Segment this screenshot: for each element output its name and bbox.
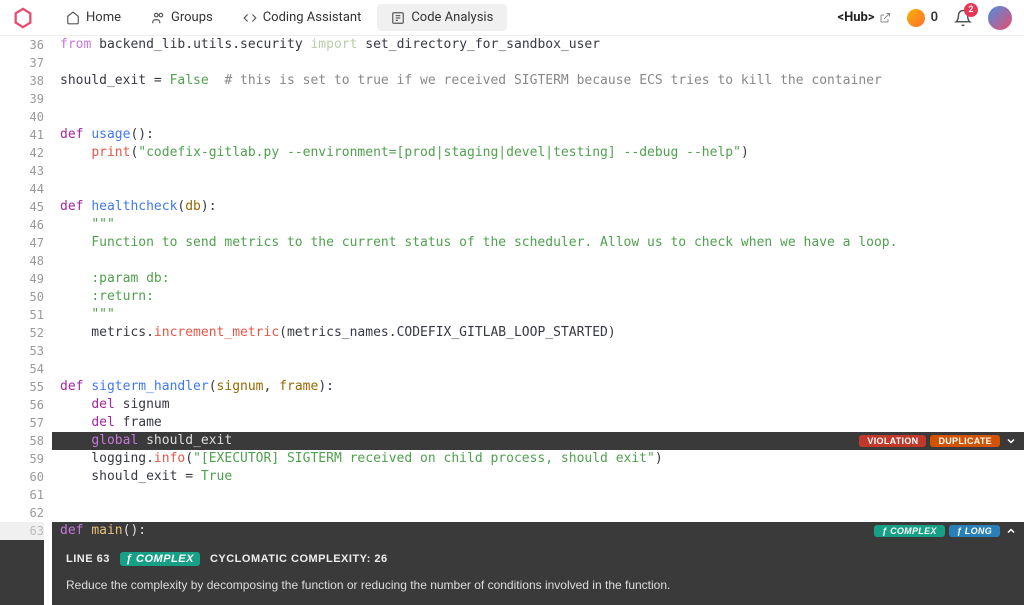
code-line[interactable]	[52, 162, 1024, 180]
nav-items: HomeGroupsCoding AssistantCode Analysis	[52, 4, 507, 31]
line-badges: VIOLATION DUPLICATE	[859, 432, 1018, 450]
line-number[interactable]: 59	[0, 450, 44, 468]
code-line[interactable]: should_exit = True	[52, 468, 1024, 486]
points-counter[interactable]: 0	[907, 9, 938, 27]
function-analysis-panel: def main():ƒ COMPLEXƒ LONGLINE 63ƒ COMPL…	[52, 522, 1024, 605]
code-line[interactable]: del signum	[52, 396, 1024, 414]
nav-item-home[interactable]: Home	[52, 4, 135, 31]
code-icon	[243, 11, 257, 25]
code-line[interactable]: def sigterm_handler(signum, frame):	[52, 378, 1024, 396]
line-number[interactable]: 37	[0, 54, 44, 72]
code-line[interactable]: def healthcheck(db):	[52, 198, 1024, 216]
topbar-right: <Hub> 0 2	[837, 6, 1012, 30]
logo-icon[interactable]	[12, 7, 34, 29]
line-number[interactable]: 38	[0, 72, 44, 90]
violation-badge[interactable]: VIOLATION	[859, 435, 926, 447]
code-line[interactable]	[52, 90, 1024, 108]
analysis-icon	[391, 11, 405, 25]
code-line[interactable]	[52, 486, 1024, 504]
line-number[interactable]: 45	[0, 198, 44, 216]
line-badges: ƒ COMPLEX ƒ LONG	[874, 522, 1018, 540]
code-line[interactable]: def usage():	[52, 126, 1024, 144]
line-number[interactable]: 43	[0, 162, 44, 180]
code-line[interactable]: del frame	[52, 414, 1024, 432]
code-line[interactable]	[52, 180, 1024, 198]
line-number[interactable]: 51	[0, 306, 44, 324]
code-line[interactable]: Function to send metrics to the current …	[52, 234, 1024, 252]
code-editor: 3637383940414243444546474849505152535455…	[0, 36, 1024, 605]
line-gutter: 3637383940414243444546474849505152535455…	[0, 36, 52, 605]
line-number[interactable]: 42	[0, 144, 44, 162]
code-line[interactable]: """	[52, 216, 1024, 234]
line-number[interactable]: 46	[0, 216, 44, 234]
notifications-button[interactable]: 2	[954, 9, 972, 27]
line-number[interactable]: 41	[0, 126, 44, 144]
-complex-badge[interactable]: ƒ COMPLEX	[874, 525, 945, 537]
code-line[interactable]	[52, 54, 1024, 72]
code-line[interactable]: logging.info("[EXECUTOR] SIGTERM receive…	[52, 450, 1024, 468]
nav-item-groups[interactable]: Groups	[137, 4, 227, 31]
code-area[interactable]: from backend_lib.utils.security import s…	[52, 36, 1024, 605]
line-number[interactable]: 36	[0, 36, 44, 54]
line-number[interactable]: 58	[0, 432, 44, 450]
line-label: LINE 63	[66, 553, 110, 565]
notification-count-badge: 2	[964, 3, 978, 17]
code-line[interactable]: should_exit = False # this is set to tru…	[52, 72, 1024, 90]
line-number[interactable]: 48	[0, 252, 44, 270]
line-number[interactable]: 60	[0, 468, 44, 486]
code-line[interactable]: """	[52, 306, 1024, 324]
line-number[interactable]: 49	[0, 270, 44, 288]
hub-label[interactable]: <Hub>	[837, 10, 890, 25]
code-line[interactable]: metrics.increment_metric(metrics_names.C…	[52, 324, 1024, 342]
code-line[interactable]	[52, 108, 1024, 126]
top-navigation: HomeGroupsCoding AssistantCode Analysis …	[0, 0, 1024, 36]
code-line[interactable]	[52, 342, 1024, 360]
nav-item-coding-assistant[interactable]: Coding Assistant	[229, 4, 376, 31]
nav-item-code-analysis[interactable]: Code Analysis	[377, 4, 507, 31]
highlighted-line: global should_exitVIOLATIONDUPLICATE	[52, 432, 1024, 450]
line-number[interactable]: 47	[0, 234, 44, 252]
line-number[interactable]: 61	[0, 486, 44, 504]
avatar[interactable]	[988, 6, 1012, 30]
function-detail: LINE 63 ƒ COMPLEX CYCLOMATIC COMPLEXITY: 2…	[52, 540, 1024, 605]
line-number[interactable]: 62	[0, 504, 44, 522]
chevron-down-icon[interactable]	[1004, 434, 1018, 448]
line-number[interactable]: 63	[0, 522, 44, 540]
line-number[interactable]: 39	[0, 90, 44, 108]
code-line[interactable]	[52, 252, 1024, 270]
line-number[interactable]: 54	[0, 360, 44, 378]
complexity-description: Reduce the complexity by decomposing the…	[66, 576, 1010, 594]
duplicate-badge[interactable]: DUPLICATE	[930, 435, 1000, 447]
complexity-metric: CYCLOMATIC COMPLEXITY: 26	[210, 553, 388, 565]
complexity-mini-badge: ƒ COMPLEX	[120, 552, 200, 566]
-long-badge[interactable]: ƒ LONG	[949, 525, 1000, 537]
code-line[interactable]: print("codefix-gitlab.py --environment=[…	[52, 144, 1024, 162]
line-number[interactable]: 44	[0, 180, 44, 198]
code-line[interactable]: :param db:	[52, 270, 1024, 288]
groups-icon	[151, 11, 165, 25]
line-number[interactable]: 52	[0, 324, 44, 342]
code-line[interactable]	[52, 360, 1024, 378]
code-line[interactable]: :return:	[52, 288, 1024, 306]
line-number[interactable]: 57	[0, 414, 44, 432]
line-number[interactable]: 53	[0, 342, 44, 360]
points-icon	[907, 9, 925, 27]
line-number[interactable]: 55	[0, 378, 44, 396]
chevron-up-icon[interactable]	[1004, 524, 1018, 538]
points-value: 0	[931, 10, 938, 25]
line-number[interactable]: 40	[0, 108, 44, 126]
home-icon	[66, 11, 80, 25]
code-line[interactable]	[52, 504, 1024, 522]
code-line[interactable]: from backend_lib.utils.security import s…	[52, 36, 1024, 54]
line-number[interactable]: 50	[0, 288, 44, 306]
line-number[interactable]: 56	[0, 396, 44, 414]
